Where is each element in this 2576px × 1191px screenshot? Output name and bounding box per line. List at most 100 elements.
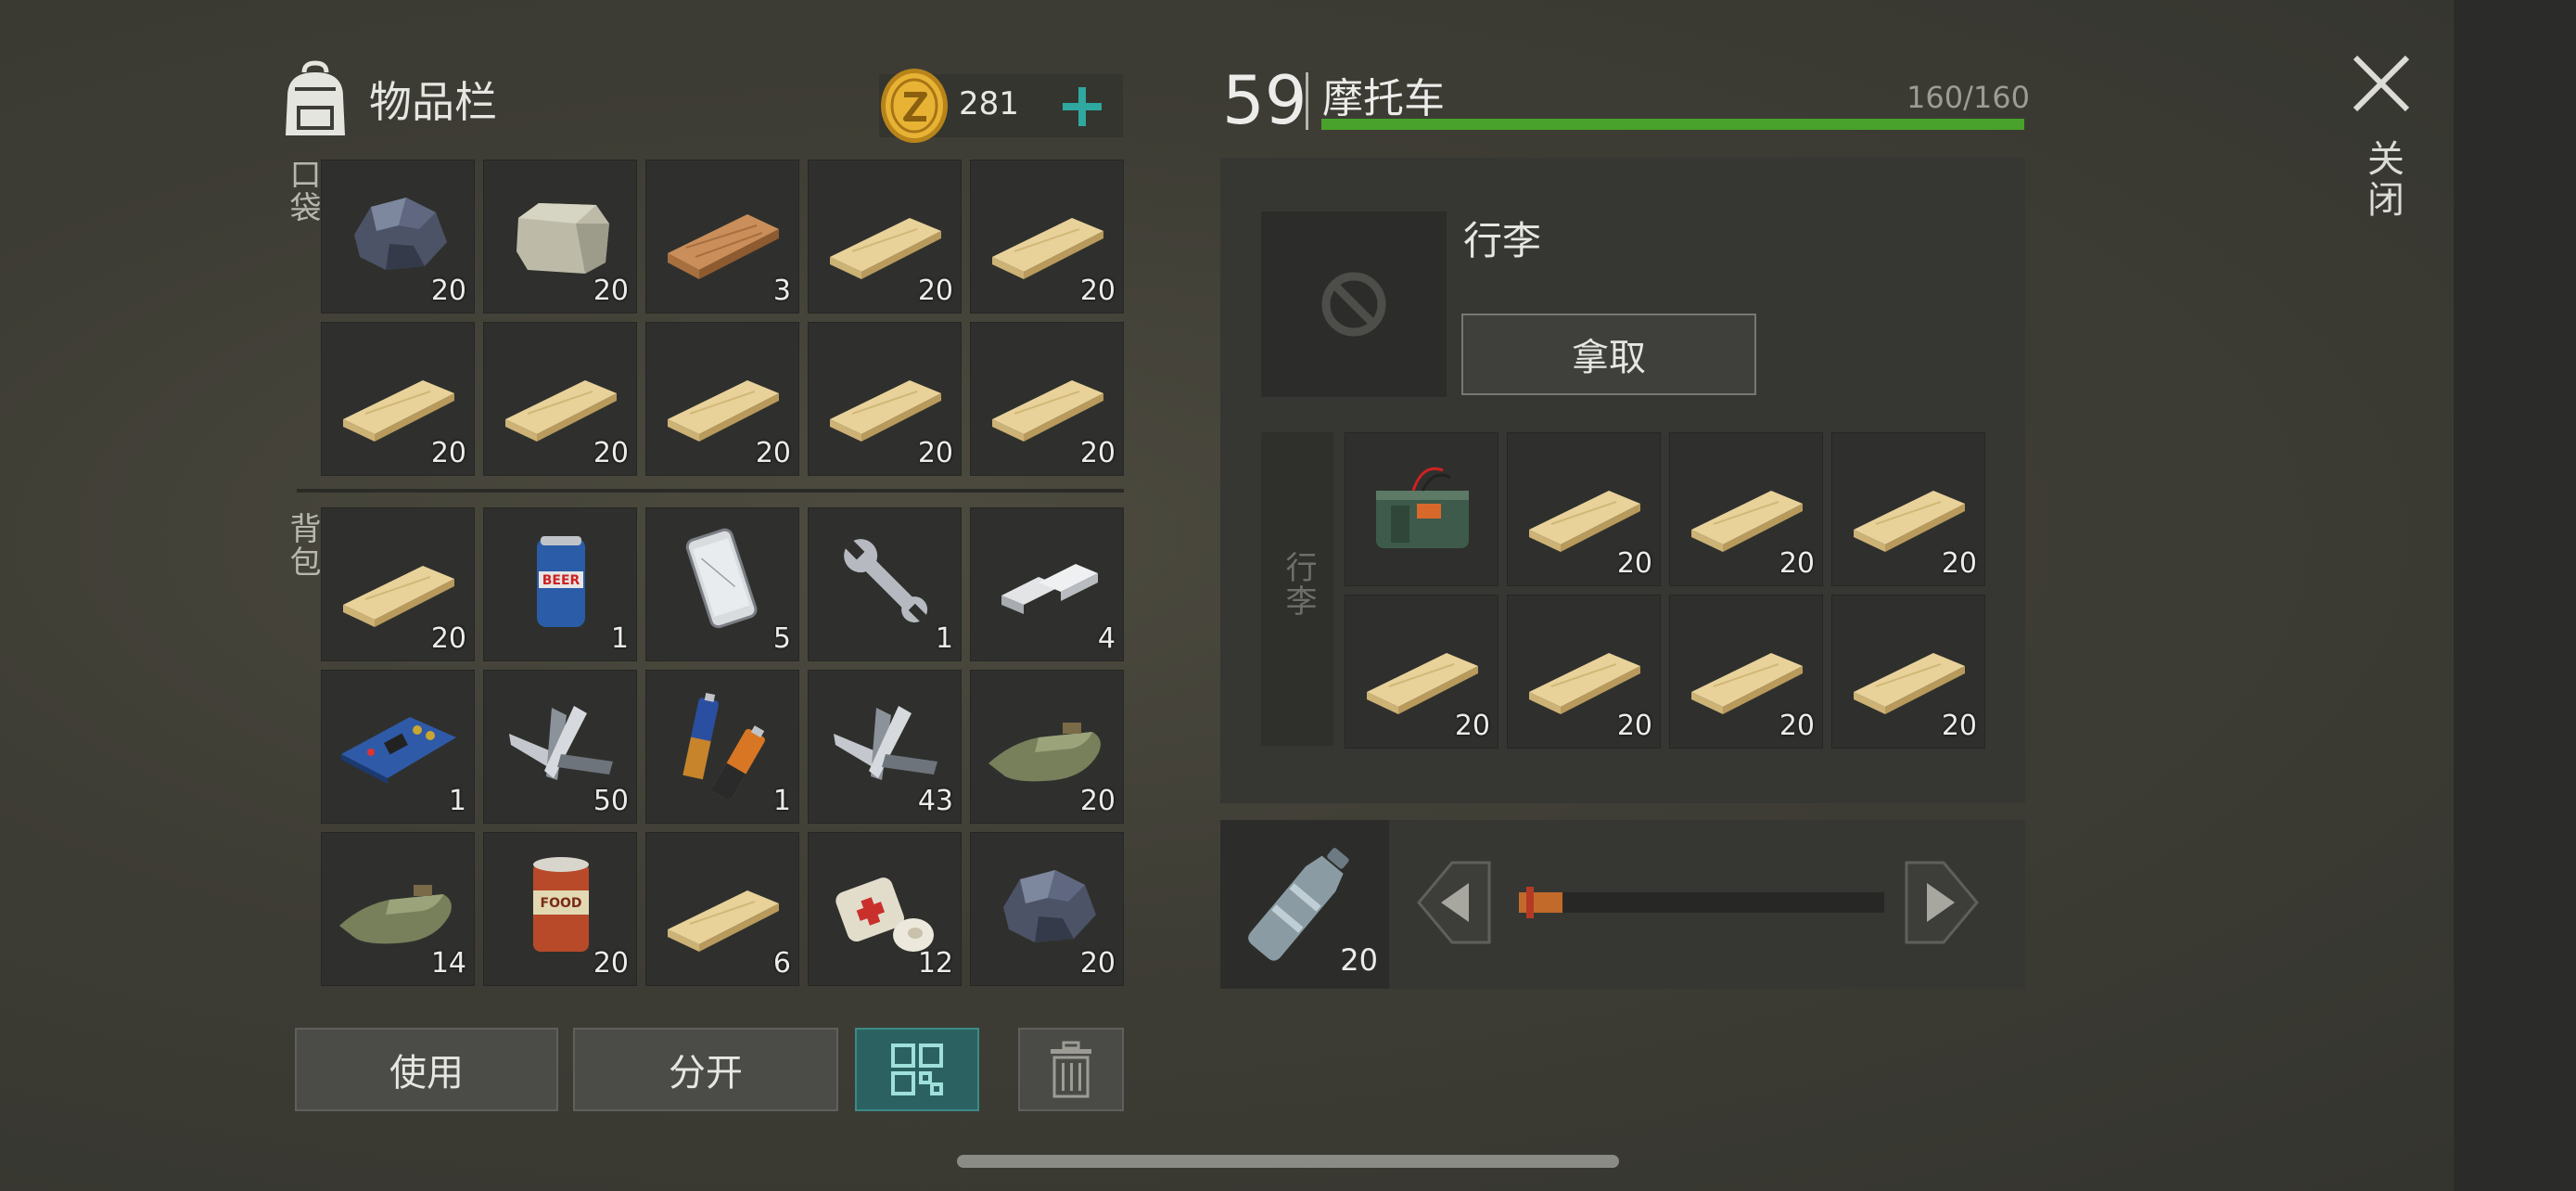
split-button[interactable]: 分开 bbox=[573, 1028, 838, 1111]
item-quantity: 20 bbox=[430, 622, 466, 655]
pocket-item-slot[interactable]: 20 bbox=[808, 322, 962, 476]
fuel-item-qty: 20 bbox=[1340, 942, 1378, 978]
cloth-icon bbox=[988, 723, 1101, 782]
close-icon[interactable] bbox=[2350, 52, 2413, 115]
pocket-item-slot[interactable]: 20 bbox=[483, 322, 637, 476]
explosive-charge-icon bbox=[1376, 467, 1469, 548]
pocket-item-slot[interactable]: 3 bbox=[645, 160, 799, 314]
vehicle-level: 59 bbox=[1222, 61, 1307, 139]
luggage-equip-slot[interactable] bbox=[1261, 211, 1447, 397]
item-quantity: 4 bbox=[1097, 622, 1116, 655]
item-quantity: 20 bbox=[917, 275, 953, 307]
item-quantity: 43 bbox=[917, 785, 953, 817]
inventory-header: 物品栏 bbox=[278, 58, 497, 141]
inventory-title: 物品栏 bbox=[369, 77, 497, 127]
item-quantity: 20 bbox=[1454, 710, 1490, 742]
backpack-label: 背包 bbox=[284, 512, 321, 579]
coin-count: 281 bbox=[959, 85, 1019, 122]
backpack-item-slot[interactable]: 1 bbox=[808, 507, 962, 661]
item-quantity: 1 bbox=[448, 785, 466, 817]
item-quantity: 1 bbox=[610, 622, 629, 655]
fuel-item-slot[interactable]: 20 bbox=[1220, 820, 1389, 989]
batteries-icon bbox=[682, 692, 765, 799]
item-quantity: 20 bbox=[593, 275, 629, 307]
pine-plank-icon bbox=[343, 566, 454, 627]
home-indicator bbox=[957, 1155, 1619, 1168]
backpack-item-slot[interactable]: BEER 1 bbox=[483, 507, 637, 661]
trash-button[interactable] bbox=[1018, 1028, 1124, 1111]
fuel-slider[interactable] bbox=[1519, 887, 1884, 918]
close-label[interactable]: 关闭 bbox=[2355, 139, 2409, 221]
capacity-bar bbox=[1321, 119, 2024, 130]
luggage-item-slot[interactable]: 20 bbox=[1345, 595, 1498, 749]
beer-can-icon: BEER bbox=[537, 536, 585, 627]
take-button[interactable]: 拿取 bbox=[1461, 314, 1756, 395]
backpack-item-slot[interactable]: 20 bbox=[970, 832, 1124, 986]
use-button[interactable]: 使用 bbox=[295, 1028, 558, 1111]
luggage-item-slot[interactable]: 20 bbox=[1507, 432, 1661, 586]
item-quantity: 20 bbox=[1079, 275, 1116, 307]
pine-plank-icon bbox=[1691, 491, 1803, 552]
scrap-metal-icon bbox=[834, 706, 937, 780]
item-quantity: 1 bbox=[772, 785, 791, 817]
bandage-icon bbox=[835, 877, 934, 952]
item-quantity: 20 bbox=[593, 437, 629, 469]
pocket-item-slot[interactable]: 20 bbox=[483, 160, 637, 314]
luggage-item-slot[interactable] bbox=[1345, 432, 1498, 586]
luggage-item-slot[interactable]: 20 bbox=[1831, 432, 1985, 586]
pine-plank-icon bbox=[992, 380, 1103, 442]
backpack-item-slot[interactable]: 50 bbox=[483, 670, 637, 824]
iron-ore-icon bbox=[354, 198, 447, 270]
pocket-item-slot[interactable]: 20 bbox=[321, 322, 475, 476]
iron-ore-icon bbox=[1003, 870, 1096, 942]
pocket-item-slot[interactable]: 20 bbox=[970, 322, 1124, 476]
luggage-item-slot[interactable]: 20 bbox=[1669, 432, 1823, 586]
item-quantity: 20 bbox=[1079, 947, 1116, 980]
backpack-item-slot[interactable]: FOOD 20 bbox=[483, 832, 637, 986]
backpack-item-slot[interactable]: 12 bbox=[808, 832, 962, 986]
arrow-left-button[interactable] bbox=[1415, 859, 1491, 946]
no-entry-icon bbox=[1321, 272, 1386, 337]
add-coins-button[interactable] bbox=[1055, 80, 1109, 134]
pine-plank-icon bbox=[992, 218, 1103, 279]
svg-text:FOOD: FOOD bbox=[541, 896, 582, 911]
pocket-item-slot[interactable]: 20 bbox=[645, 322, 799, 476]
backpack-item-slot[interactable]: 4 bbox=[970, 507, 1124, 661]
luggage-item-slot[interactable]: 20 bbox=[1507, 595, 1661, 749]
backpack-item-slot[interactable]: 5 bbox=[645, 507, 799, 661]
item-quantity: 20 bbox=[430, 437, 466, 469]
grid-view-button[interactable] bbox=[855, 1028, 979, 1111]
luggage-item-slot[interactable]: 20 bbox=[1831, 595, 1985, 749]
pine-plank-icon bbox=[1529, 653, 1640, 714]
backpack-item-slot[interactable]: 43 bbox=[808, 670, 962, 824]
vehicle-capacity: 160/160 bbox=[1906, 80, 2030, 115]
backpack-item-slot[interactable]: 20 bbox=[970, 670, 1124, 824]
wood-plank-icon bbox=[668, 214, 779, 279]
item-quantity: 20 bbox=[430, 275, 466, 307]
backpack-item-slot[interactable]: 14 bbox=[321, 832, 475, 986]
luggage-title: 行李 bbox=[1463, 218, 1542, 263]
item-quantity: 14 bbox=[430, 947, 466, 980]
fuel-slider-handle[interactable] bbox=[1526, 887, 1534, 918]
backpack-item-slot[interactable]: 20 bbox=[321, 507, 475, 661]
smartphone-icon bbox=[685, 528, 758, 629]
luggage-item-slot[interactable]: 20 bbox=[1669, 595, 1823, 749]
trash-icon bbox=[1051, 1041, 1091, 1098]
item-quantity: 20 bbox=[755, 437, 791, 469]
item-quantity: 20 bbox=[593, 947, 629, 980]
backpack-item-slot[interactable]: 1 bbox=[645, 670, 799, 824]
vehicle-name: 摩托车 bbox=[1322, 75, 1445, 122]
wrench-icon bbox=[844, 539, 928, 623]
pocket-item-slot[interactable]: 20 bbox=[970, 160, 1124, 314]
pine-plank-icon bbox=[1529, 491, 1640, 552]
item-quantity: 3 bbox=[772, 275, 791, 307]
arrow-right-button[interactable] bbox=[1905, 859, 1981, 946]
coin-icon bbox=[881, 69, 948, 143]
svg-text:BEER: BEER bbox=[542, 573, 580, 588]
pocket-item-slot[interactable]: 20 bbox=[808, 160, 962, 314]
item-quantity: 20 bbox=[1779, 710, 1815, 742]
pocket-item-slot[interactable]: 20 bbox=[321, 160, 475, 314]
pine-plank-icon bbox=[1854, 653, 1965, 714]
backpack-item-slot[interactable]: 1 bbox=[321, 670, 475, 824]
backpack-item-slot[interactable]: 6 bbox=[645, 832, 799, 986]
